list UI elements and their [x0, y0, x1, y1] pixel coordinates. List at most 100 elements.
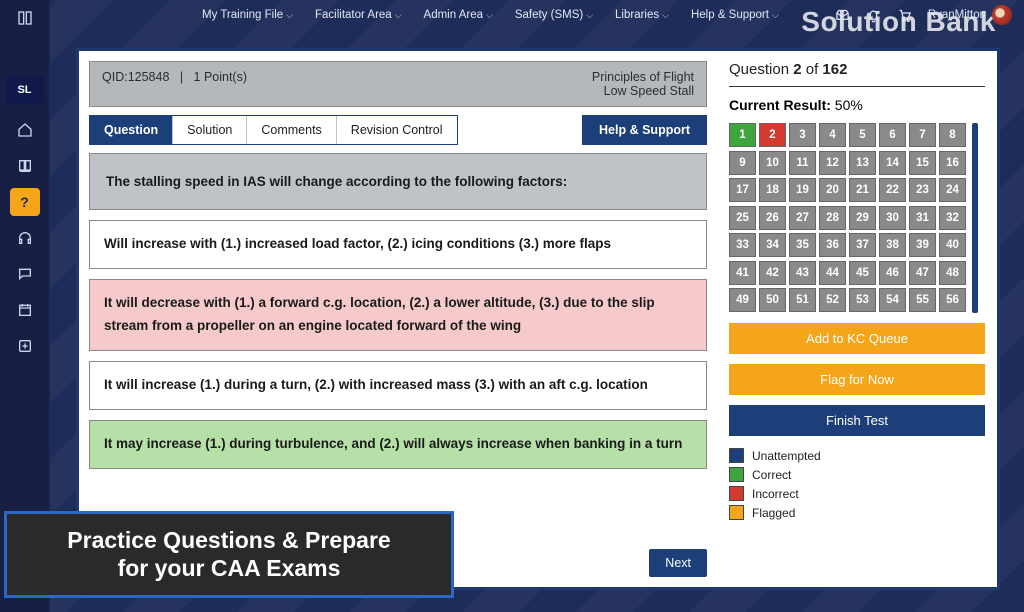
question-cell[interactable]: 54: [879, 288, 906, 312]
bell-icon[interactable]: [866, 8, 881, 23]
question-cell[interactable]: 25: [729, 206, 756, 230]
nav-item[interactable]: Safety (SMS): [515, 9, 593, 21]
nav-item[interactable]: Help & Support: [691, 9, 779, 21]
tab-question[interactable]: Question: [90, 116, 173, 144]
help-support-button[interactable]: Help & Support: [582, 115, 707, 145]
question-cell[interactable]: 18: [759, 178, 786, 202]
question-cell[interactable]: 22: [879, 178, 906, 202]
grid-scrollbar[interactable]: [972, 123, 978, 313]
question-cell[interactable]: 39: [909, 233, 936, 257]
swatch-correct: [729, 467, 744, 482]
question-cell[interactable]: 35: [789, 233, 816, 257]
headphones-icon[interactable]: [10, 224, 40, 252]
avatar: [992, 5, 1012, 25]
question-cell[interactable]: 52: [819, 288, 846, 312]
legend-incorrect: Incorrect: [752, 487, 799, 501]
chat-icon[interactable]: [10, 260, 40, 288]
swatch-incorrect: [729, 486, 744, 501]
username-label: RyanMitton: [928, 9, 986, 21]
subject-labels: Principles of Flight Low Speed Stall: [592, 70, 694, 98]
question-cell[interactable]: 33: [729, 233, 756, 257]
question-cell[interactable]: 15: [909, 151, 936, 175]
question-cell[interactable]: 24: [939, 178, 966, 202]
tab-solution[interactable]: Solution: [173, 116, 247, 144]
question-cell[interactable]: 36: [819, 233, 846, 257]
question-cell[interactable]: 44: [819, 261, 846, 285]
question-cell[interactable]: 9: [729, 151, 756, 175]
question-cell[interactable]: 13: [849, 151, 876, 175]
next-button[interactable]: Next: [649, 549, 707, 577]
brand-logo[interactable]: SL: [6, 76, 44, 104]
user-menu[interactable]: RyanMitton: [928, 5, 1012, 25]
question-cell[interactable]: 53: [849, 288, 876, 312]
tab-revision[interactable]: Revision Control: [337, 116, 457, 144]
question-cell[interactable]: 26: [759, 206, 786, 230]
tab-comments[interactable]: Comments: [247, 116, 336, 144]
question-cell[interactable]: 31: [909, 206, 936, 230]
question-cell[interactable]: 55: [909, 288, 936, 312]
question-cell[interactable]: 8: [939, 123, 966, 147]
book-icon[interactable]: [10, 152, 40, 180]
question-cell[interactable]: 16: [939, 151, 966, 175]
answer-option[interactable]: It will decrease with (1.) a forward c.g…: [89, 279, 707, 351]
question-cell[interactable]: 43: [789, 261, 816, 285]
nav-item[interactable]: Admin Area: [424, 9, 493, 21]
answer-option[interactable]: Will increase with (1.) increased load f…: [89, 220, 707, 269]
question-cell[interactable]: 23: [909, 178, 936, 202]
question-cell[interactable]: 30: [879, 206, 906, 230]
question-cell[interactable]: 50: [759, 288, 786, 312]
question-cell[interactable]: 14: [879, 151, 906, 175]
question-cell[interactable]: 2: [759, 123, 786, 147]
question-cell[interactable]: 12: [819, 151, 846, 175]
finish-button[interactable]: Finish Test: [729, 405, 985, 436]
nav-item[interactable]: My Training File: [202, 9, 293, 21]
nav-item[interactable]: Libraries: [615, 9, 669, 21]
question-cell[interactable]: 6: [879, 123, 906, 147]
answer-option[interactable]: It may increase (1.) during turbulence, …: [89, 420, 707, 469]
question-cell[interactable]: 34: [759, 233, 786, 257]
question-cell[interactable]: 32: [939, 206, 966, 230]
question-cell[interactable]: 11: [789, 151, 816, 175]
question-cell[interactable]: 4: [819, 123, 846, 147]
cart-icon[interactable]: [897, 8, 912, 23]
nav-item[interactable]: Facilitator Area: [315, 9, 402, 21]
question-column: QID:125848 | 1 Point(s) Principles of Fl…: [79, 51, 717, 587]
question-icon[interactable]: ?: [10, 188, 40, 216]
question-cell[interactable]: 45: [849, 261, 876, 285]
question-cell[interactable]: 40: [939, 233, 966, 257]
question-cell[interactable]: 41: [729, 261, 756, 285]
question-cell[interactable]: 42: [759, 261, 786, 285]
question-cell[interactable]: 28: [819, 206, 846, 230]
legend-unattempted: Unattempted: [752, 449, 821, 463]
question-cell[interactable]: 10: [759, 151, 786, 175]
home-icon[interactable]: [10, 116, 40, 144]
add-icon[interactable]: [10, 332, 40, 360]
question-cell[interactable]: 17: [729, 178, 756, 202]
flag-button[interactable]: Flag for Now: [729, 364, 985, 395]
question-cell[interactable]: 56: [939, 288, 966, 312]
qid-points: QID:125848 | 1 Point(s): [102, 70, 247, 84]
question-cell[interactable]: 48: [939, 261, 966, 285]
add-kc-button[interactable]: Add to KC Queue: [729, 323, 985, 354]
question-cell[interactable]: 46: [879, 261, 906, 285]
question-cell[interactable]: 49: [729, 288, 756, 312]
question-cell[interactable]: 51: [789, 288, 816, 312]
calendar-icon[interactable]: [10, 296, 40, 324]
question-cell[interactable]: 5: [849, 123, 876, 147]
layout-icon[interactable]: [10, 4, 40, 32]
question-cell[interactable]: 29: [849, 206, 876, 230]
answer-option[interactable]: It will increase (1.) during a turn, (2.…: [89, 361, 707, 410]
question-cell[interactable]: 20: [819, 178, 846, 202]
question-cell[interactable]: 47: [909, 261, 936, 285]
question-cell[interactable]: 27: [789, 206, 816, 230]
question-cell[interactable]: 3: [789, 123, 816, 147]
question-cell[interactable]: 1: [729, 123, 756, 147]
question-cell[interactable]: 21: [849, 178, 876, 202]
question-cell[interactable]: 38: [879, 233, 906, 257]
inbox-icon[interactable]: [835, 8, 850, 23]
question-cell[interactable]: 37: [849, 233, 876, 257]
tabs: Question Solution Comments Revision Cont…: [89, 115, 458, 145]
question-cell[interactable]: 7: [909, 123, 936, 147]
swatch-unattempted: [729, 448, 744, 463]
question-cell[interactable]: 19: [789, 178, 816, 202]
